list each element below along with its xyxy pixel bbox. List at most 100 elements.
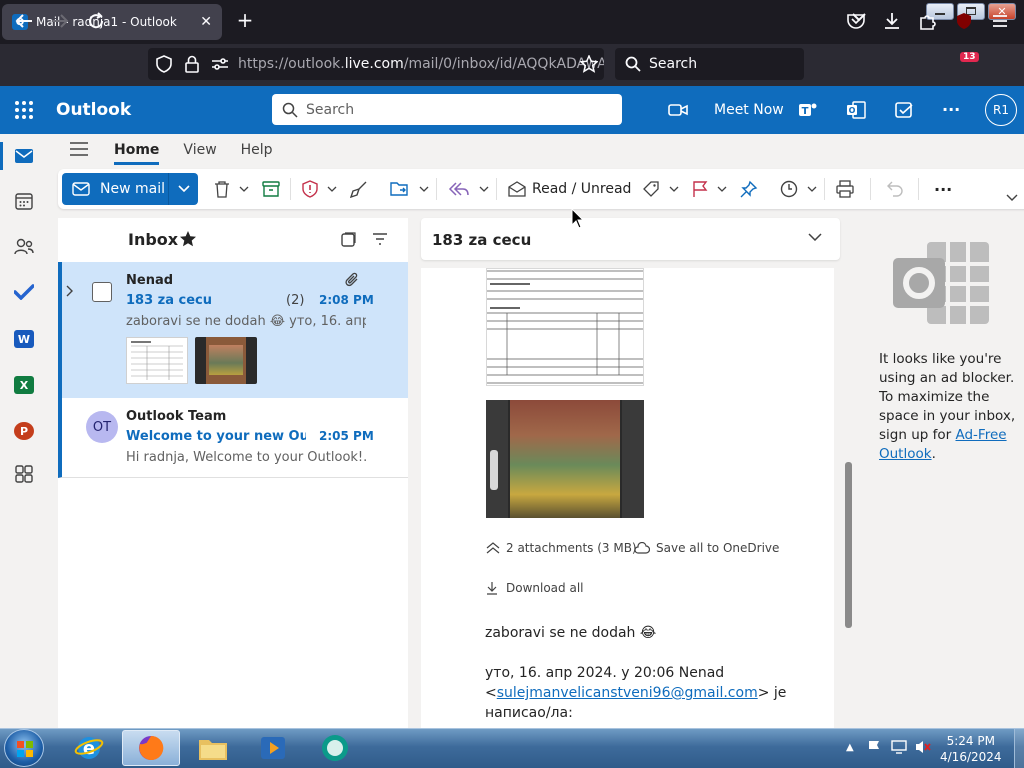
action-center-flag-icon[interactable]	[866, 739, 882, 755]
new-tab-button[interactable]: +	[234, 10, 256, 32]
bookmark-star-icon[interactable]	[577, 52, 601, 76]
new-mail-button[interactable]: New mail	[62, 173, 168, 205]
print-button[interactable]	[836, 177, 854, 201]
meet-now-button[interactable]: Meet Now	[668, 96, 784, 124]
navigation-pane-toggle-icon[interactable]	[69, 141, 89, 157]
read-unread-label: Read / Unread	[532, 181, 632, 197]
select-messages-icon[interactable]	[340, 232, 356, 248]
attachments-toggle[interactable]: 2 attachments (3 MB)	[486, 541, 637, 555]
filter-icon[interactable]	[372, 232, 388, 246]
tab-home[interactable]: Home	[114, 142, 160, 165]
new-mail-dropdown-chevron-icon[interactable]	[168, 173, 198, 205]
undo-button[interactable]	[886, 177, 904, 201]
envelope-icon	[72, 182, 90, 196]
more-ribbon-options-icon[interactable]: ···	[934, 177, 952, 201]
account-avatar[interactable]: R1	[985, 94, 1017, 126]
close-tab-icon[interactable]: ✕	[200, 14, 212, 30]
download-all-button[interactable]: Download all	[486, 581, 583, 595]
new-mail-split-button: New mail	[62, 173, 198, 205]
network-icon[interactable]	[890, 739, 908, 755]
show-hidden-icons-chevron-icon[interactable]: ▲	[846, 742, 854, 753]
inline-image-photo[interactable]	[486, 400, 644, 518]
chevron-up-double-icon	[486, 542, 500, 554]
internet-explorer-icon[interactable]: e	[60, 730, 118, 766]
attachment-paperclip-icon	[345, 272, 359, 288]
quote-email-link[interactable]: sulejmanvelicanstveni96@gmail.com	[497, 685, 758, 701]
attachment-thumbnail-document[interactable]	[126, 337, 188, 384]
reply-all-button[interactable]	[448, 177, 489, 201]
reload-icon[interactable]	[84, 9, 108, 33]
extension-badge: 13	[960, 52, 979, 62]
inline-image-document[interactable]	[486, 268, 644, 386]
browser-search-box[interactable]: Search	[615, 48, 804, 80]
tab-view[interactable]: View	[183, 142, 216, 158]
firefox-taskbar-icon[interactable]	[122, 730, 180, 766]
outlook-logo-icon	[893, 240, 991, 326]
more-apps-icon[interactable]	[10, 460, 38, 488]
tab-help[interactable]: Help	[241, 142, 273, 158]
outlook-search-input[interactable]: Search	[272, 94, 622, 125]
volume-muted-icon[interactable]	[914, 739, 932, 755]
pin-button[interactable]	[740, 177, 758, 201]
move-to-button[interactable]	[390, 177, 429, 201]
more-options-icon[interactable]: ···	[942, 100, 960, 119]
excel-icon[interactable]: X	[10, 371, 38, 399]
archive-button[interactable]	[262, 177, 280, 201]
powerpoint-icon[interactable]: P	[10, 417, 38, 445]
media-player-icon[interactable]	[244, 730, 302, 766]
outlook-app-icon[interactable]: O	[846, 100, 866, 120]
url-path: /mail/0/inbox/id/AQQkADAwA	[403, 56, 604, 72]
start-button[interactable]	[4, 729, 44, 767]
people-icon[interactable]	[10, 233, 38, 261]
sweep-button[interactable]	[350, 177, 368, 201]
mail-icon[interactable]	[10, 142, 38, 170]
expand-conversation-chevron-icon[interactable]	[66, 285, 74, 297]
undo-icon	[887, 181, 903, 197]
categorize-button[interactable]	[642, 177, 679, 201]
pocket-icon[interactable]	[844, 9, 868, 33]
mouse-cursor-icon	[571, 208, 585, 230]
ribbon-expand-chevron-icon[interactable]	[1006, 194, 1018, 202]
separator	[824, 178, 825, 200]
message-checkbox[interactable]	[92, 282, 112, 302]
chat-app-icon[interactable]	[306, 730, 364, 766]
to-do-icon[interactable]	[10, 278, 38, 306]
flag-icon	[693, 181, 708, 197]
browser-search-label: Search	[649, 56, 698, 72]
open-envelope-icon	[508, 181, 526, 197]
word-icon[interactable]: W	[10, 325, 38, 353]
permissions-icon[interactable]	[208, 52, 232, 76]
report-button[interactable]	[302, 177, 337, 201]
forward-icon[interactable]	[48, 9, 72, 33]
chevron-down-icon	[807, 186, 817, 192]
calendar-icon[interactable]	[10, 187, 38, 215]
message-preview: Hi radnja, Welcome to your Outlook!...	[126, 450, 366, 465]
attachment-thumbnail-photo[interactable]	[195, 337, 257, 384]
app-name[interactable]: Outlook	[56, 100, 131, 120]
collapse-thread-chevron-icon[interactable]	[808, 233, 822, 241]
favorite-star-icon[interactable]	[179, 230, 197, 248]
delete-button[interactable]	[214, 177, 249, 201]
flag-button[interactable]	[692, 177, 727, 201]
show-desktop-button[interactable]	[1014, 729, 1024, 768]
ublock-shield-icon[interactable]	[952, 9, 976, 33]
extensions-puzzle-icon[interactable]	[916, 9, 940, 33]
ad-blocker-message: It looks like you're using an ad blocker…	[879, 350, 1019, 464]
my-day-icon[interactable]	[894, 100, 914, 120]
back-icon[interactable]	[12, 9, 36, 33]
reading-pane-scrollbar[interactable]	[845, 462, 852, 628]
file-explorer-icon[interactable]	[184, 730, 242, 766]
system-clock[interactable]: 5:24 PM 4/16/2024	[940, 733, 1002, 765]
tracking-protection-shield-icon[interactable]	[152, 52, 176, 76]
archive-icon	[262, 181, 280, 197]
snooze-button[interactable]	[780, 177, 817, 201]
rail-active-indicator	[0, 142, 3, 170]
read-unread-button[interactable]: Read / Unread	[508, 177, 631, 201]
hamburger-menu-icon[interactable]	[988, 9, 1012, 33]
url-prefix: https://outlook.	[238, 56, 345, 72]
downloads-icon[interactable]	[880, 9, 904, 33]
save-to-onedrive-button[interactable]: Save all to OneDrive	[634, 541, 779, 555]
app-launcher-waffle-icon[interactable]	[14, 100, 34, 120]
teams-icon[interactable]: T	[798, 100, 818, 120]
lock-icon[interactable]	[180, 52, 204, 76]
